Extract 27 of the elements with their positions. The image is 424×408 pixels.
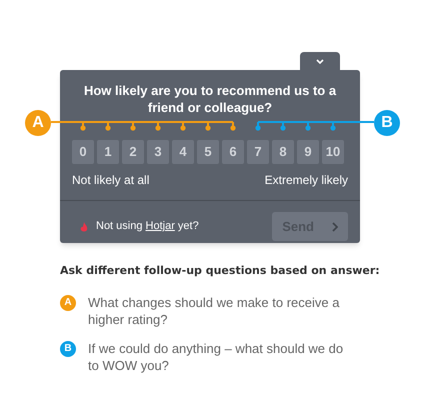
hotjar-link[interactable]: Hotjar bbox=[146, 220, 175, 232]
score-button[interactable]: 5 bbox=[197, 140, 219, 164]
answer-badge: B bbox=[60, 340, 76, 356]
score-button[interactable]: 8 bbox=[272, 140, 294, 164]
score-button[interactable]: 4 bbox=[172, 140, 194, 164]
score-button[interactable]: 6 bbox=[222, 140, 244, 164]
high-label: Extremely likely bbox=[264, 172, 348, 189]
score-button[interactable]: 2 bbox=[122, 140, 144, 164]
low-label: Not likely at all bbox=[72, 172, 150, 189]
score-button[interactable]: 7 bbox=[247, 140, 269, 164]
survey-question: How likely are you to recommend us to a friend or colleague? bbox=[82, 82, 338, 116]
collapse-tab[interactable] bbox=[300, 52, 340, 71]
score-button[interactable]: 3 bbox=[147, 140, 169, 164]
follow-up-question: If we could do anything – what should we do to WOW you? bbox=[88, 340, 344, 374]
promo-text: Not using Hotjar yet? bbox=[96, 219, 199, 234]
follow-up-question: What changes should we make to receive a higher rating? bbox=[88, 294, 340, 328]
score-button[interactable]: 9 bbox=[297, 140, 319, 164]
section-heading: Ask different follow-up questions based on answer: bbox=[60, 263, 381, 279]
score-button[interactable]: 0 bbox=[72, 140, 94, 164]
score-button[interactable]: 1 bbox=[97, 140, 119, 164]
answer-badge: A bbox=[60, 294, 76, 310]
score-button[interactable]: 10 bbox=[322, 140, 344, 164]
group-badge: B bbox=[374, 110, 400, 136]
chevron-down-icon bbox=[316, 59, 324, 64]
group-badge: A bbox=[25, 110, 51, 136]
chevron-right-icon bbox=[332, 222, 338, 232]
flame-icon bbox=[80, 222, 88, 232]
